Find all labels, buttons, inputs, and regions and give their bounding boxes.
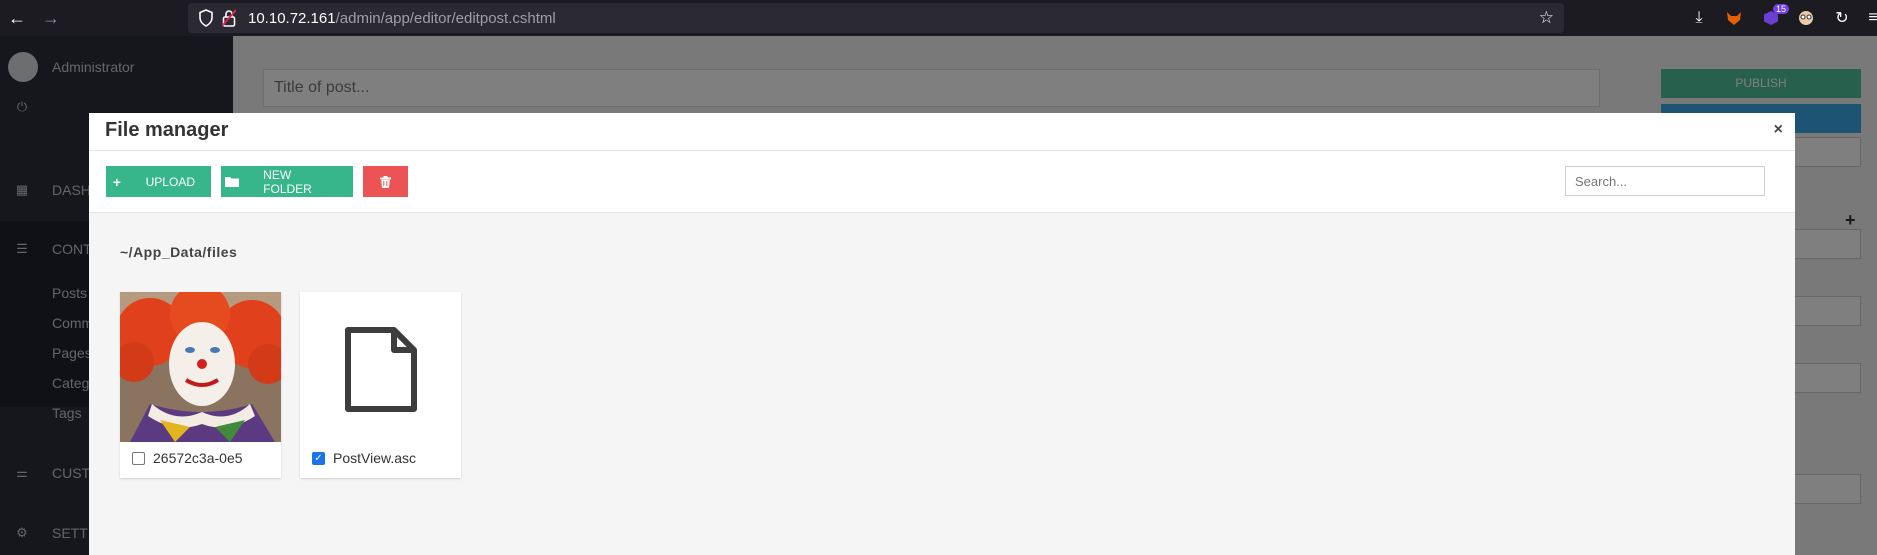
current-path: ~/App_Data/files bbox=[120, 244, 238, 260]
insecure-lock-icon[interactable] bbox=[222, 9, 236, 27]
search-input[interactable] bbox=[1565, 166, 1765, 196]
modal-title: File manager bbox=[105, 119, 229, 141]
file-name: 26572c3a-0e5 bbox=[153, 450, 243, 466]
extension-face-icon[interactable] bbox=[1794, 6, 1818, 30]
url-path: /admin/app/editor/editpost.cshtml bbox=[335, 10, 556, 27]
close-icon[interactable]: × bbox=[1774, 121, 1783, 139]
modal-header: File manager × bbox=[89, 113, 1795, 151]
trash-icon bbox=[380, 175, 391, 188]
file-manager-modal: File manager × + UPLOAD NEW FOLDER ~/App… bbox=[89, 113, 1795, 555]
menu-icon[interactable]: ≡ bbox=[1861, 6, 1877, 30]
forward-icon[interactable]: → bbox=[38, 5, 64, 31]
file-footer: 26572c3a-0e5 bbox=[132, 450, 243, 466]
extension-fox-icon[interactable] bbox=[1722, 6, 1746, 30]
clown-image-thumbnail[interactable] bbox=[120, 292, 281, 442]
new-folder-button[interactable]: NEW FOLDER bbox=[221, 166, 353, 197]
plus-icon: + bbox=[112, 173, 121, 190]
download-icon[interactable]: ⤓ bbox=[1687, 6, 1711, 30]
url-host: 10.10.72.161 bbox=[248, 10, 336, 27]
url-bar[interactable]: 10.10.72.161/admin/app/editor/editpost.c… bbox=[188, 3, 1564, 33]
file-footer: ✓ PostView.asc bbox=[312, 450, 416, 466]
back-icon[interactable]: ← bbox=[4, 5, 30, 31]
upload-button[interactable]: + UPLOAD bbox=[106, 166, 211, 197]
browser-toolbar: ← → 10.10.72.161/admin/app/editor/editpo… bbox=[0, 0, 1877, 36]
upload-label: UPLOAD bbox=[145, 174, 195, 189]
file-toolbar: + UPLOAD NEW FOLDER bbox=[89, 151, 1795, 213]
file-browser: ~/App_Data/files 26572c3a-0e5 ✓ PostView… bbox=[89, 213, 1795, 555]
file-checkbox-checked[interactable]: ✓ bbox=[312, 451, 325, 465]
file-checkbox[interactable] bbox=[132, 451, 145, 465]
file-item[interactable]: ✓ PostView.asc bbox=[300, 292, 461, 478]
delete-button[interactable] bbox=[363, 166, 408, 197]
file-name: PostView.asc bbox=[333, 450, 417, 466]
bookmark-star-icon[interactable]: ☆ bbox=[1539, 8, 1554, 28]
folder-icon bbox=[221, 174, 243, 190]
extension-badge: 15 bbox=[1772, 4, 1789, 14]
reload-icon[interactable]: ↻ bbox=[1830, 6, 1854, 30]
extension-cube-icon[interactable]: 15 bbox=[1759, 4, 1789, 30]
shield-icon[interactable] bbox=[198, 9, 214, 27]
file-item[interactable]: 26572c3a-0e5 bbox=[120, 292, 281, 478]
document-icon[interactable] bbox=[300, 292, 461, 442]
new-folder-label: NEW FOLDER bbox=[263, 167, 312, 196]
url-text[interactable]: 10.10.72.161/admin/app/editor/editpost.c… bbox=[248, 10, 556, 27]
